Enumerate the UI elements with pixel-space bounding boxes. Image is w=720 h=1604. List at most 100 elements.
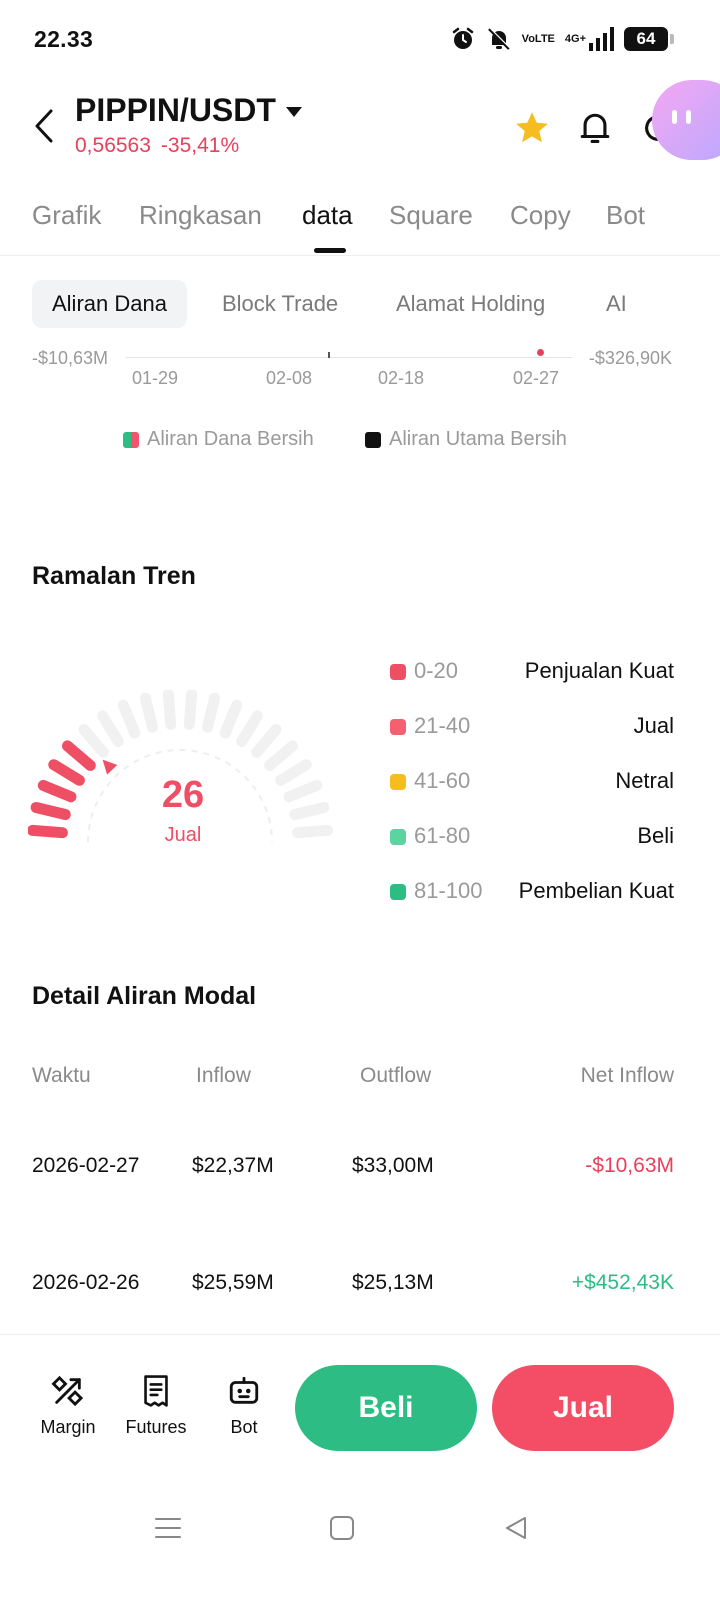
signal-icon: 4G+ — [565, 27, 614, 51]
trend-legend-row: 21-40 Jual — [390, 707, 680, 762]
legend-net-flow[interactable]: Aliran Dana Bersih — [123, 428, 314, 451]
gauge-segment — [289, 802, 330, 820]
column-header: Net Inflow — [580, 1064, 674, 1087]
gauge-segment — [97, 710, 124, 747]
status-bar: 22.33 Vo LTE 4G+ 64 — [0, 0, 720, 80]
row-inflow: $22,37M — [192, 1154, 274, 1177]
status-icons: Vo LTE 4G+ 64 — [450, 24, 674, 54]
gauge-pointer — [102, 759, 118, 775]
gauge-segment — [62, 740, 96, 771]
legend-main-flow[interactable]: Aliran Utama Bersih — [365, 428, 567, 451]
tab-bot[interactable]: Bot — [606, 200, 645, 231]
x-tick-label: 02-27 — [513, 368, 560, 388]
trend-label: Pembelian Kuat — [518, 878, 674, 903]
chart-baseline — [126, 357, 572, 358]
tab-copy[interactable]: Copy — [510, 200, 571, 231]
recent-apps-icon[interactable] — [148, 1508, 188, 1548]
active-tab-indicator — [314, 248, 346, 253]
mute-notification-icon — [486, 26, 512, 52]
row-inflow: $25,59M — [192, 1271, 274, 1294]
x-tick-label: 02-18 — [378, 368, 425, 388]
row-date: 2026-02-26 — [32, 1271, 140, 1294]
last-price: 0,56563 — [75, 134, 151, 157]
row-outflow: $25,13M — [352, 1271, 434, 1294]
gauge-segment — [48, 759, 85, 786]
margin-button[interactable]: Margin — [28, 1371, 108, 1438]
legend-color-dot — [390, 829, 406, 845]
x-tick-label: 01-29 — [132, 368, 179, 388]
back-icon[interactable] — [28, 106, 60, 146]
trend-label: Beli — [637, 823, 674, 848]
margin-icon — [28, 1371, 108, 1411]
sub-tabs: Aliran Dana Block Trade Alamat Holding A… — [0, 280, 720, 328]
pair-name: PIPPIN/USDT — [75, 92, 276, 128]
trend-legend-row: 0-20 Penjualan Kuat — [390, 652, 680, 707]
pair-price-row: 0,56563 -35,41% — [75, 134, 239, 158]
tab-ringkasan[interactable]: Ringkasan — [139, 200, 262, 231]
column-header: Inflow — [196, 1064, 251, 1087]
fund-flow-chart: -$10,63M -$326,90K 01-29 02-08 02-18 02-… — [0, 340, 720, 400]
gauge-value: 26 — [161, 774, 205, 816]
gauge-segment — [162, 689, 177, 730]
tab-square[interactable]: Square — [389, 200, 473, 231]
gauge-segment — [140, 692, 158, 733]
gauge-segment — [292, 824, 333, 839]
bot-button[interactable]: Bot — [204, 1371, 284, 1438]
back-nav-icon[interactable] — [496, 1508, 536, 1548]
subtab-block-trade[interactable]: Block Trade — [222, 280, 338, 328]
gauge-segment — [117, 699, 141, 739]
tab-grafik[interactable]: Grafik — [32, 200, 101, 231]
gauge-label: Jual — [164, 824, 202, 846]
sell-button[interactable]: Jual — [492, 1365, 674, 1451]
capital-flow-title: Detail Aliran Modal — [32, 982, 257, 1010]
legend-color-dot — [390, 719, 406, 735]
bell-icon[interactable] — [575, 108, 615, 148]
caret-down-icon — [285, 106, 302, 117]
table-row: 2026-02-27 $22,37M $33,00M -$10,63M — [0, 1154, 720, 1186]
gauge-segment — [183, 689, 198, 730]
trend-legend: 0-20 Penjualan Kuat 21-40 Jual 41-60 Net… — [390, 652, 680, 927]
system-navigation — [0, 1490, 720, 1570]
battery-icon: 64 — [624, 27, 674, 51]
legend-color-dot — [390, 884, 406, 900]
gauge-segment — [283, 779, 323, 803]
trend-label: Penjualan Kuat — [524, 658, 674, 683]
legend-swatch — [123, 431, 139, 448]
trade-bar: Margin Futures Bot Beli Jual — [0, 1334, 720, 1464]
row-date: 2026-02-27 — [32, 1154, 140, 1177]
pair-header: PIPPIN/USDT 0,56563 -35,41% — [0, 86, 720, 176]
futures-label: Futures — [125, 1417, 187, 1437]
gauge-segment — [27, 824, 68, 839]
futures-icon — [116, 1371, 196, 1411]
gauge-segment — [78, 724, 109, 758]
bot-label: Bot — [230, 1417, 258, 1437]
pair-selector[interactable]: PIPPIN/USDT — [75, 92, 302, 129]
favorite-star-icon[interactable] — [512, 108, 552, 148]
column-header: Waktu — [32, 1064, 91, 1087]
row-net-inflow: -$10,63M — [585, 1154, 674, 1177]
futures-button[interactable]: Futures — [116, 1371, 196, 1438]
right-axis-label: -$326,90K — [588, 348, 672, 368]
subtab-alamat-holding[interactable]: Alamat Holding — [396, 280, 545, 328]
trend-range: 61-80 — [414, 823, 471, 848]
trend-range: 0-20 — [414, 658, 459, 683]
chart-legend: Aliran Dana Bersih Aliran Utama Bersih — [0, 428, 720, 458]
trend-section-title: Ramalan Tren — [32, 562, 196, 590]
gauge-segment — [275, 759, 312, 786]
trend-range: 81-100 — [414, 878, 483, 903]
trend-legend-row: 61-80 Beli — [390, 817, 680, 872]
gauge-segment — [37, 779, 77, 803]
subtab-ai[interactable]: AI — [606, 280, 627, 328]
legend-swatch — [365, 431, 381, 448]
trend-label: Netral — [615, 768, 674, 793]
tab-data[interactable]: data — [302, 200, 353, 231]
legend-color-dot — [390, 774, 406, 790]
trend-legend-row: 81-100 Pembelian Kuat — [390, 872, 680, 927]
buy-button[interactable]: Beli — [295, 1365, 477, 1451]
home-icon[interactable] — [322, 1508, 362, 1548]
gauge-segment — [30, 802, 71, 820]
subtab-aliran-dana[interactable]: Aliran Dana — [32, 280, 187, 328]
chart-mark-main-flow — [328, 352, 330, 358]
trend-label: Jual — [633, 713, 674, 738]
x-tick-label: 02-08 — [266, 368, 313, 388]
